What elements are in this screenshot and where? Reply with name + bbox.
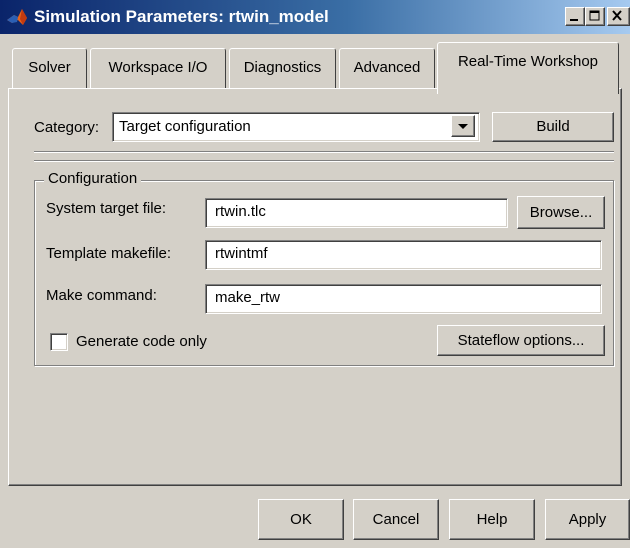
tab-solver[interactable]: Solver [12, 48, 87, 88]
close-icon [612, 10, 622, 21]
tab-advanced[interactable]: Advanced [339, 48, 435, 88]
matlab-icon [6, 6, 28, 28]
tab-real-time-workshop[interactable]: Real-Time Workshop [437, 42, 619, 94]
configuration-legend: Configuration [44, 169, 142, 189]
stateflow-options-button[interactable]: Stateflow options... [437, 325, 605, 356]
minimize-icon [570, 19, 578, 21]
minimize-button[interactable] [565, 7, 585, 26]
apply-button[interactable]: Apply [545, 499, 630, 540]
chevron-down-icon [458, 124, 468, 129]
category-label: Category: [34, 119, 100, 136]
title-bar[interactable]: Simulation Parameters: rtwin_model [0, 0, 630, 34]
tab-workspace-io[interactable]: Workspace I/O [90, 48, 226, 88]
template-makefile-field[interactable]: rtwintmf [205, 240, 602, 270]
browse-button[interactable]: Browse... [517, 196, 605, 229]
generate-code-checkbox[interactable] [50, 333, 68, 351]
make-command-label: Make command: [46, 287, 157, 304]
separator [34, 160, 614, 162]
maximize-button[interactable] [585, 7, 605, 26]
dropdown-button[interactable] [451, 115, 475, 137]
maximize-icon [589, 10, 600, 21]
generate-code-label: Generate code only [76, 333, 207, 350]
window-title: Simulation Parameters: rtwin_model [34, 7, 329, 26]
category-value: Target configuration [119, 118, 251, 135]
ok-button[interactable]: OK [258, 499, 344, 540]
close-button[interactable] [607, 7, 630, 26]
build-button[interactable]: Build [492, 112, 614, 142]
system-target-label: System target file: [46, 200, 167, 217]
template-makefile-label: Template makefile: [46, 245, 172, 262]
tab-diagnostics[interactable]: Diagnostics [229, 48, 336, 88]
system-target-field[interactable]: rtwin.tlc [205, 198, 508, 228]
help-button[interactable]: Help [449, 499, 535, 540]
cancel-button[interactable]: Cancel [353, 499, 439, 540]
separator [34, 151, 614, 153]
make-command-field[interactable]: make_rtw [205, 284, 602, 314]
category-dropdown[interactable]: Target configuration [112, 112, 480, 142]
